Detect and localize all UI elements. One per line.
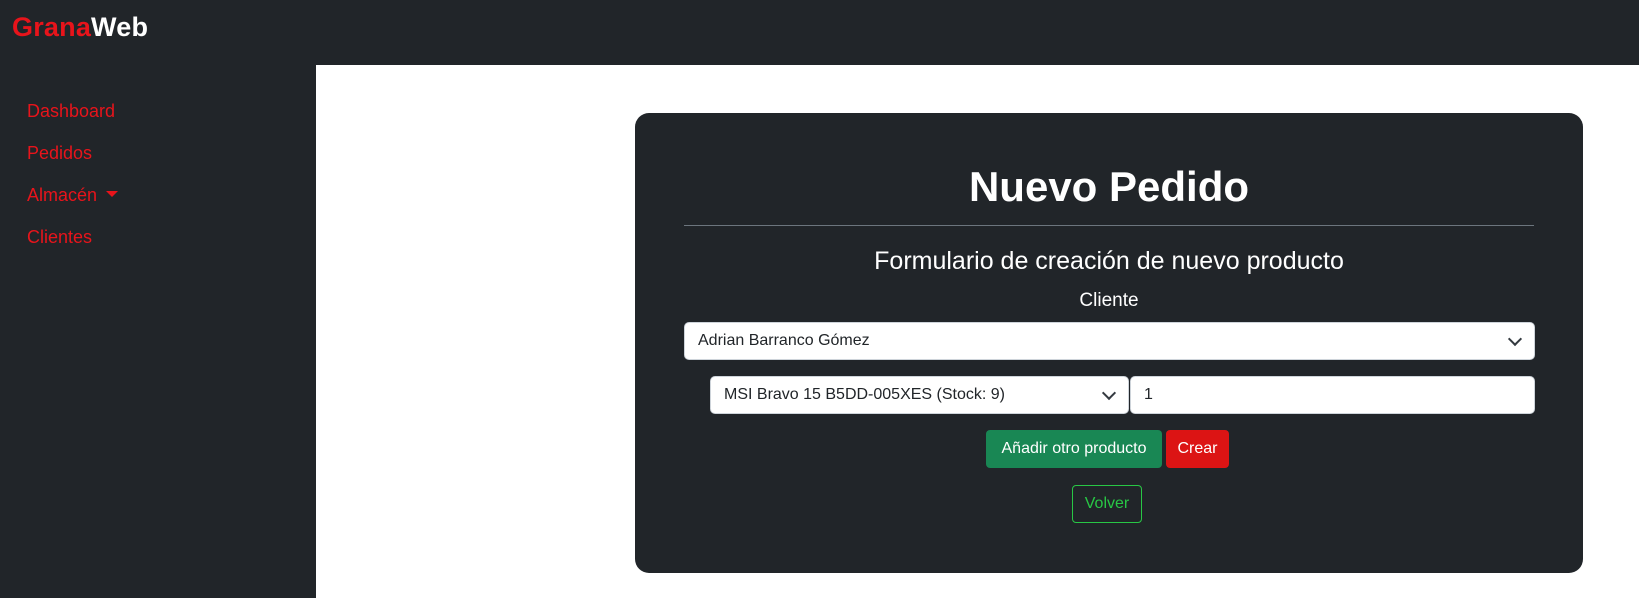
sidebar: Dashboard Pedidos Almacén Clientes [0,65,316,598]
sidebar-item-almacen-label: Almacén [27,185,98,205]
brand-part-grana: Grana [12,12,92,42]
new-order-card: Nuevo Pedido Formulario de creación de n… [635,113,1583,573]
back-button[interactable]: Volver [1072,485,1142,523]
producto-select[interactable]: MSI Bravo 15 B5DD-005XES (Stock: 9) [710,376,1129,414]
sidebar-item-almacen[interactable]: Almacén [27,185,119,206]
cliente-select[interactable]: Adrian Barranco Gómez [684,322,1535,360]
brand-part-web: Web [91,12,149,42]
brand-logo[interactable]: GranaWeb [12,12,148,43]
create-button[interactable]: Crear [1166,430,1229,468]
top-navbar: GranaWeb [0,0,1639,65]
cliente-select-value: Adrian Barranco Gómez [698,332,870,349]
caret-down-icon [106,191,119,198]
sidebar-item-dashboard[interactable]: Dashboard [27,101,115,122]
chevron-down-icon [1507,331,1523,347]
chevron-down-icon [1101,385,1117,401]
page-title: Nuevo Pedido [968,163,1250,210]
title-divider [684,225,1534,226]
producto-select-value: MSI Bravo 15 B5DD-005XES (Stock: 9) [724,386,1005,403]
quantity-input[interactable]: 1 [1130,376,1535,414]
cliente-label: Cliente [1079,290,1139,311]
add-product-button[interactable]: Añadir otro producto [986,430,1162,468]
sidebar-item-clientes[interactable]: Clientes [27,227,92,248]
sidebar-item-pedidos[interactable]: Pedidos [27,143,92,164]
form-subtitle: Formulario de creación de nuevo producto [874,247,1344,275]
quantity-input-value: 1 [1144,386,1153,403]
